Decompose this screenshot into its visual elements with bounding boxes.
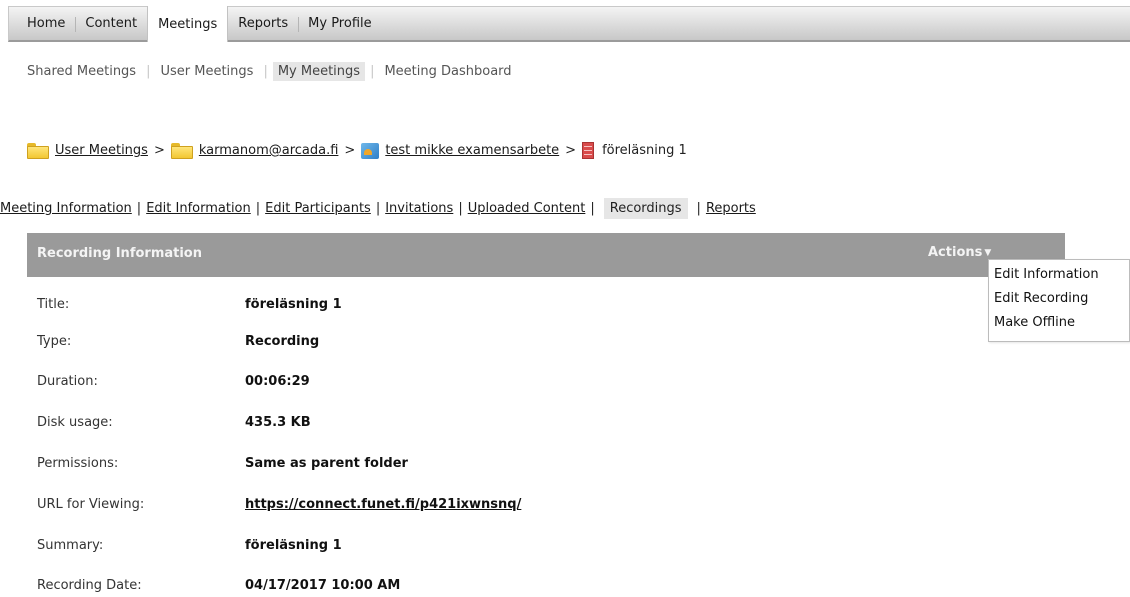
detail-value: Recording <box>245 334 320 349</box>
nav-tab-my-profile[interactable]: My Profile <box>298 7 381 40</box>
subnav-shared-meetings[interactable]: Shared Meetings <box>27 62 141 81</box>
tab-edit-information[interactable]: Edit Information <box>146 201 251 216</box>
breadcrumb: User Meetings > karmanom@arcada.fi > tes… <box>27 142 687 159</box>
nav-tab-content[interactable]: Content <box>75 7 147 40</box>
detail-label: URL for Viewing: <box>37 497 145 512</box>
tab-separator: | <box>590 201 595 216</box>
nav-tab-home[interactable]: Home <box>9 7 75 40</box>
menu-item-edit-information[interactable]: Edit Information <box>989 263 1129 287</box>
detail-label: Duration: <box>37 374 98 389</box>
nav-tab-meetings[interactable]: Meetings <box>147 6 229 42</box>
detail-value: föreläsning 1 <box>245 538 342 553</box>
subnav-meeting-dashboard[interactable]: Meeting Dashboard <box>379 62 516 81</box>
subnav-separator: | <box>370 64 375 79</box>
subnav-separator: | <box>146 64 151 79</box>
tab-separator: | <box>696 201 701 216</box>
nav-tab-reports[interactable]: Reports <box>228 7 298 40</box>
detail-label: Recording Date: <box>37 578 142 593</box>
tab-reports[interactable]: Reports <box>706 201 756 216</box>
viewing-url-link[interactable]: https://connect.funet.fi/p421ixwnsnq/ <box>245 497 521 512</box>
tab-separator: | <box>136 201 142 216</box>
folder-icon <box>170 142 193 159</box>
sub-navigation: Shared Meetings | User Meetings | My Mee… <box>27 62 517 81</box>
meeting-icon <box>361 142 380 159</box>
breadcrumb-separator: > <box>344 143 356 158</box>
subnav-user-meetings[interactable]: User Meetings <box>155 62 258 81</box>
breadcrumb-separator: > <box>153 143 165 158</box>
detail-label: Title: <box>37 297 70 312</box>
top-navigation: Home Content Meetings Reports My Profile <box>8 6 1130 42</box>
chevron-down-icon: ▼ <box>984 247 992 258</box>
subnav-my-meetings[interactable]: My Meetings <box>272 62 366 81</box>
tab-invitations[interactable]: Invitations <box>385 201 453 216</box>
tab-uploaded-content[interactable]: Uploaded Content <box>468 201 586 216</box>
detail-value: 435.3 KB <box>245 415 311 430</box>
tab-separator: | <box>255 201 261 216</box>
breadcrumb-user-folder[interactable]: karmanom@arcada.fi <box>199 143 339 158</box>
detail-value: föreläsning 1 <box>245 297 342 312</box>
tab-meeting-information[interactable]: Meeting Information <box>0 201 132 216</box>
detail-label: Type: <box>37 334 72 349</box>
detail-label: Disk usage: <box>37 415 113 430</box>
tab-recordings[interactable]: Recordings <box>603 198 688 219</box>
breadcrumb-user-meetings[interactable]: User Meetings <box>55 143 148 158</box>
detail-value: 00:06:29 <box>245 374 310 389</box>
breadcrumb-current-recording: föreläsning 1 <box>602 143 687 158</box>
subnav-separator: | <box>263 64 268 79</box>
meeting-section-tabs: Meeting Information | Edit Information |… <box>0 198 756 219</box>
detail-value: Same as parent folder <box>245 456 408 471</box>
actions-menu: Edit Information Edit Recording Make Off… <box>988 259 1130 342</box>
menu-item-edit-recording[interactable]: Edit Recording <box>989 287 1129 311</box>
tab-separator: | <box>375 201 381 216</box>
tab-edit-participants[interactable]: Edit Participants <box>265 201 371 216</box>
breadcrumb-separator: > <box>565 143 577 158</box>
panel-title: Recording Information <box>37 246 202 261</box>
detail-value: 04/17/2017 10:00 AM <box>245 578 401 593</box>
recording-icon <box>582 142 595 159</box>
actions-label: Actions <box>928 245 983 260</box>
actions-button[interactable]: Actions ▼ <box>928 245 991 260</box>
detail-label: Permissions: <box>37 456 119 471</box>
menu-item-make-offline[interactable]: Make Offline <box>989 311 1129 335</box>
recording-information-header: Recording Information Actions ▼ <box>27 233 1065 277</box>
tab-separator: | <box>458 201 463 216</box>
breadcrumb-meeting[interactable]: test mikke examensarbete <box>385 143 559 158</box>
folder-icon <box>27 142 49 159</box>
detail-label: Summary: <box>37 538 104 553</box>
